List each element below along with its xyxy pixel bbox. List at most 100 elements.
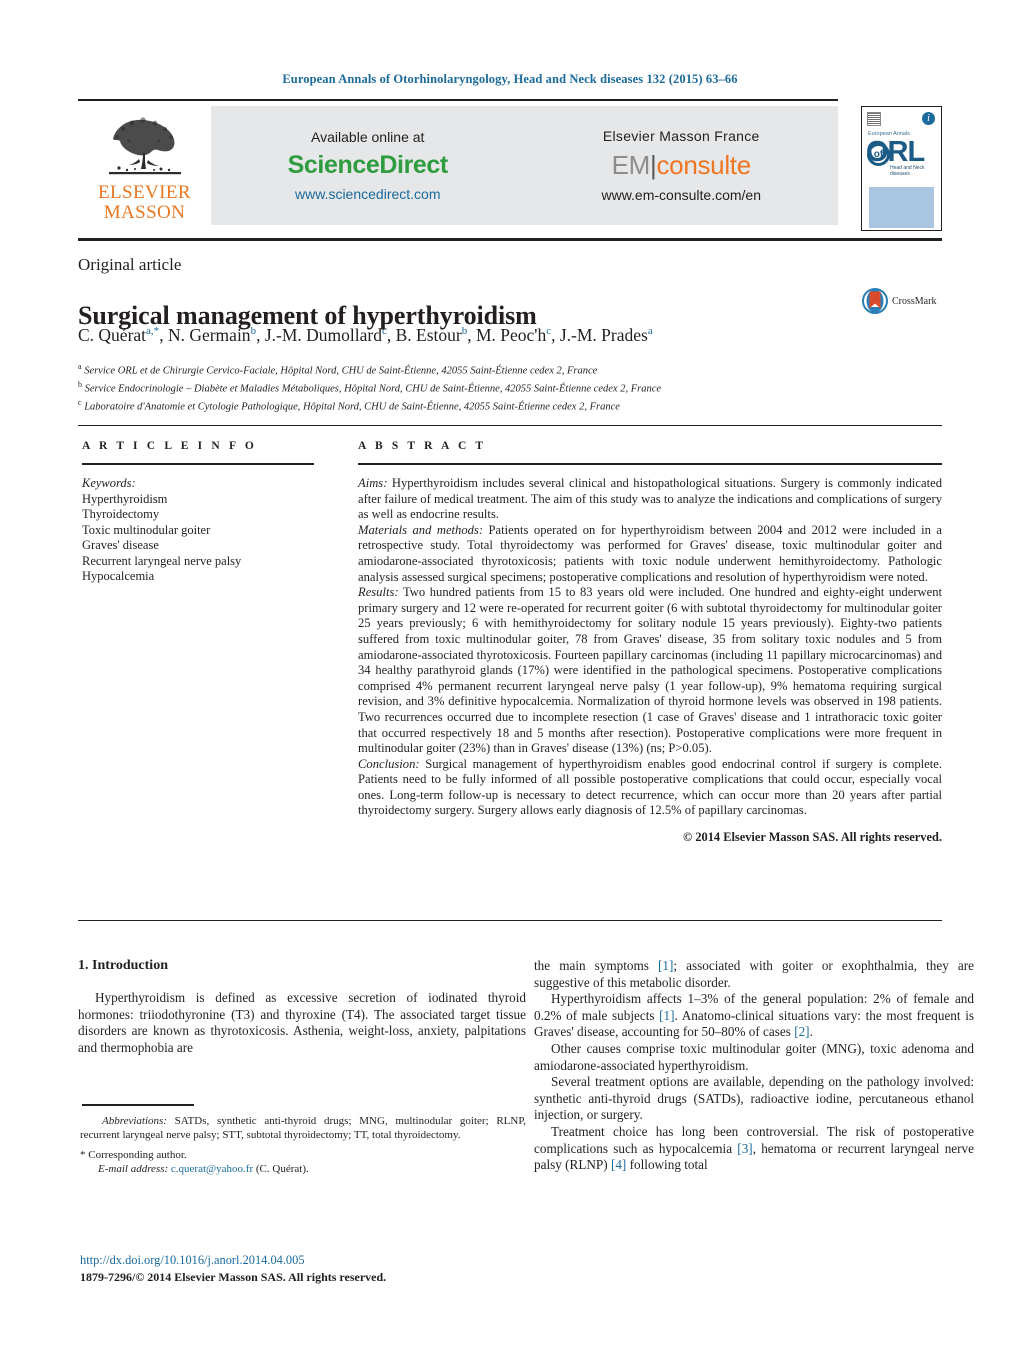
keywords-items: Hyperthyroidism Thyroidectomy Toxic multin… <box>82 492 314 585</box>
author-affiliation-mark: c <box>546 325 552 338</box>
reference-link[interactable]: [1] <box>659 1008 674 1023</box>
crossmark-icon <box>862 288 888 314</box>
available-online-label: Available online at <box>311 129 425 145</box>
author-name: M. Peoc'h <box>475 325 547 345</box>
abstract-copyright: © 2014 Elsevier Masson SAS. All rights r… <box>682 830 942 845</box>
author-name: N. Germain <box>167 325 251 345</box>
emconsulte-consulte: consulte <box>656 150 751 180</box>
affiliation-mark: c <box>78 398 82 407</box>
article-info-column: A R T I C L E I N F O Keywords: Hyperthy… <box>82 440 314 585</box>
abstract-results-text: Two hundred patients from 15 to 83 years… <box>358 585 942 756</box>
cover-subtitle: Head and Neck diseases <box>890 165 925 177</box>
running-head: European Annals of Otorhinolaryngology, … <box>282 72 738 86</box>
email-link[interactable]: c.querat@yahoo.fr <box>171 1163 253 1175</box>
email-owner: (C. Quérat). <box>255 1163 309 1175</box>
sciencedirect-wordmark: ScienceDirect <box>287 151 449 179</box>
sciencedirect-block: Available online at ScienceDirect www.sc… <box>211 106 525 225</box>
abbreviations-note: Abbreviations: SATDs, synthetic anti-thy… <box>80 1114 526 1142</box>
elsevier-wordmark: ELSEVIER <box>98 182 191 203</box>
journal-banner: ELSEVIER MASSON Available online at Scie… <box>78 99 942 231</box>
author-affiliation-mark: c <box>381 325 387 338</box>
footnote-rule <box>82 1104 194 1106</box>
corresponding-author-note: * Corresponding author. <box>80 1149 187 1161</box>
crossmark-badge[interactable]: CrossMark <box>862 288 936 314</box>
banner-inner: ELSEVIER MASSON Available online at Scie… <box>78 106 942 231</box>
sciencedirect-url[interactable]: www.sciencedirect.com <box>295 186 441 202</box>
reference-link-1[interactable]: [1] <box>658 958 673 973</box>
abstract-aims-label: Aims: <box>358 476 388 490</box>
elsevier-tree-icon <box>108 117 181 175</box>
keyword-item: Thyroidectomy <box>82 507 160 521</box>
keyword-item: Graves' disease <box>82 538 159 552</box>
doi-link[interactable]: http://dx.doi.org/10.1016/j.anorl.2014.0… <box>80 1253 305 1268</box>
intro-paragraph: Several treatment options are available,… <box>534 1074 974 1123</box>
emconsulte-em: EM <box>611 150 651 180</box>
abstract-heading: A B S T R A C T <box>358 440 487 452</box>
emconsulte-url[interactable]: www.em-consulte.com/en <box>601 187 761 203</box>
elsevier-masson-france-label: Elsevier Masson France <box>602 128 760 144</box>
article-type-label: Original article <box>78 255 182 274</box>
author-affiliation-mark: a,* <box>146 325 160 338</box>
keywords-label: Keywords: <box>82 476 136 490</box>
author-name: J.-M. Dumollard <box>264 325 382 345</box>
abstract-body: Aims: Hyperthyroidism includes several c… <box>358 476 942 846</box>
abstract-aims: Aims: Hyperthyroidism includes several c… <box>358 476 942 523</box>
keyword-item: Recurrent laryngeal nerve palsy <box>82 553 242 568</box>
keyword-item: Hyperthyroidism <box>82 491 168 506</box>
intro-paragraph-1: Hyperthyroidism is defined as excessive … <box>78 990 526 1055</box>
abstract-aims-text: Hyperthyroidism includes several clinica… <box>358 476 942 522</box>
body-column-left: 1. Introduction Hyperthyroidism is defin… <box>78 958 526 1056</box>
keywords-block: Keywords: Hyperthyroidism Thyroidectomy To… <box>82 476 314 585</box>
emconsulte-wordmark: EM|consulte <box>611 150 752 181</box>
author-affiliation-mark: a <box>647 325 653 338</box>
cont-pre: the main symptoms <box>534 958 658 973</box>
intro-paragraph: Hyperthyroidism affects 1–3% of the gene… <box>534 991 974 1040</box>
journal-cover-thumbnail[interactable]: i European Annals ORL of Head and Neck d… <box>861 106 942 231</box>
article-head-rule <box>78 238 942 241</box>
abstract-column: A B S T R A C T Aims: Hyperthyroidism in… <box>358 440 942 846</box>
crossmark-label: CrossMark <box>892 295 937 307</box>
body-column-right: the main symptoms [1]; associated with g… <box>534 958 974 1174</box>
abstract-conclusion: Conclusion: Surgical management of hyper… <box>358 757 942 819</box>
issn-copyright-line: 1879-7296/© 2014 Elsevier Masson SAS. Al… <box>80 1270 387 1284</box>
cover-of-badge: of <box>867 143 890 166</box>
affiliation-line: a Service ORL et de Chirurgie Cervico-Fa… <box>78 362 598 377</box>
keyword-item: Toxic multinodular goiter <box>82 522 211 537</box>
cover-top-area: i European Annals ORL of Head and Neck d… <box>862 107 941 185</box>
masson-wordmark: MASSON <box>103 202 186 223</box>
intro-paragraph-continuation: the main symptoms [1]; associated with g… <box>534 958 974 991</box>
reference-link[interactable]: [4] <box>611 1157 626 1172</box>
affiliation-line: c Laboratoire d'Anatomie et Cytologie Pa… <box>78 398 620 413</box>
email-note: E-mail address: c.querat@yahoo.fr (C. Qu… <box>80 1162 526 1176</box>
abstract-block-top-rule <box>78 425 942 426</box>
article-page: European Annals of Otorhinolaryngology, … <box>0 0 1020 1351</box>
cover-open-access-icon: i <box>922 112 935 125</box>
author-list: C. Quérata,*, N. Germainb, J.-M. Dumolla… <box>78 325 653 345</box>
intro-paragraphs-right: Hyperthyroidism affects 1–3% of the gene… <box>534 991 974 1174</box>
emconsulte-block: Elsevier Masson France EM|consulte www.e… <box>525 106 839 225</box>
affiliation-line: b Service Endocrinologie – Diabète et Ma… <box>78 380 662 395</box>
intro-paragraph: Treatment choice has long been controver… <box>534 1123 974 1173</box>
cover-barcode-icon <box>867 112 881 126</box>
abstract-conclusion-text: Surgical management of hyperthyroidism e… <box>358 756 942 818</box>
abstract-methods-label: Materials and methods: <box>358 522 484 537</box>
article-info-heading: A R T I C L E I N F O <box>82 440 257 452</box>
article-info-rule <box>82 463 314 465</box>
reference-link[interactable]: [3] <box>737 1141 752 1156</box>
email-label: E-mail address: <box>98 1163 169 1175</box>
section-heading-introduction: 1. Introduction <box>78 958 168 973</box>
abstract-rule <box>358 463 942 465</box>
footnote-block: Abbreviations: SATDs, synthetic anti-thy… <box>80 1114 526 1176</box>
author-name: J.-M. Prades <box>559 325 648 345</box>
author-affiliation-mark: b <box>250 325 257 338</box>
banner-top-rule <box>78 99 838 101</box>
cover-color-strip <box>869 187 934 228</box>
abstract-methods: Materials and methods: Patients operated… <box>358 523 942 585</box>
elsevier-masson-logo: ELSEVIER MASSON <box>78 106 211 225</box>
affiliation-mark: b <box>78 380 82 389</box>
abstract-block-bottom-rule <box>78 920 942 921</box>
intro-paragraph: Other causes comprise toxic multinodular… <box>534 1040 974 1073</box>
banner-grey-panel: Available online at ScienceDirect www.sc… <box>211 106 838 225</box>
reference-link[interactable]: [2] <box>794 1024 809 1039</box>
abstract-conclusion-label: Conclusion: <box>358 756 420 771</box>
